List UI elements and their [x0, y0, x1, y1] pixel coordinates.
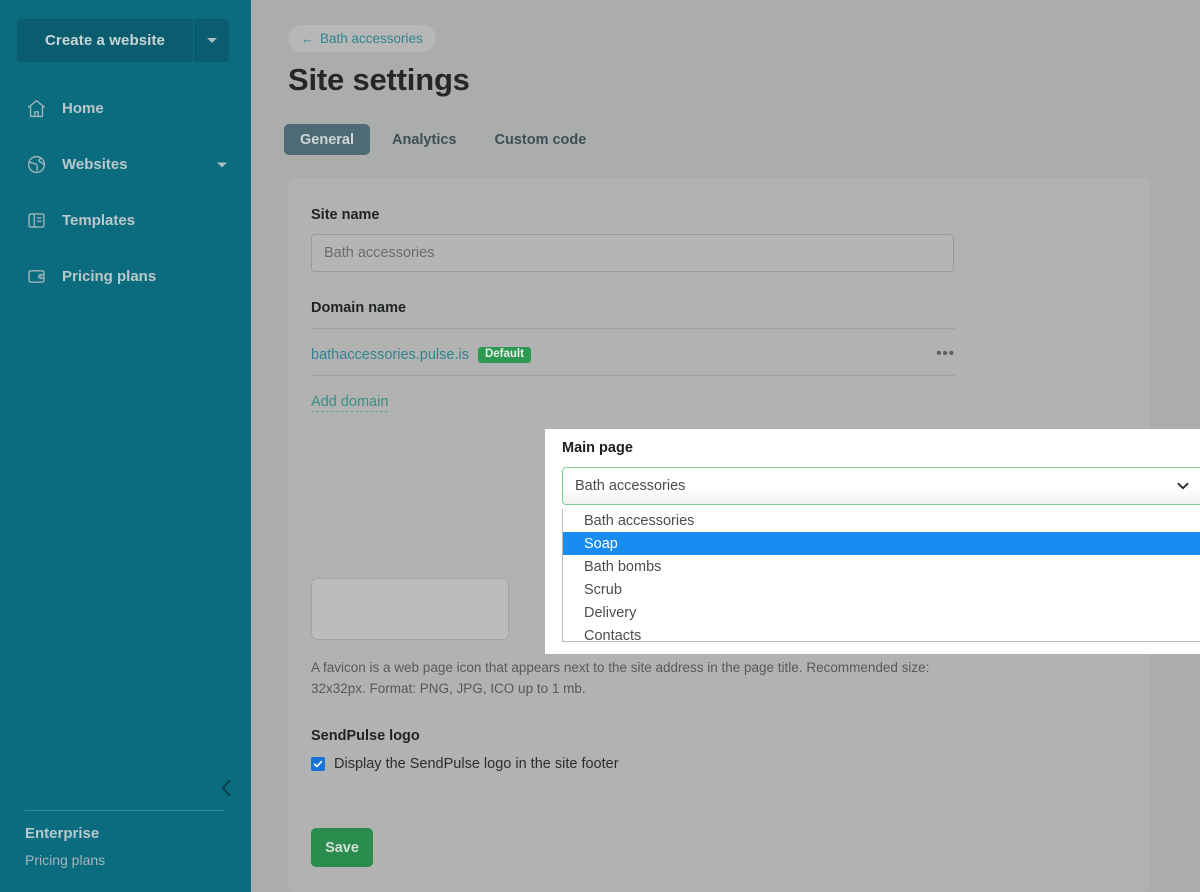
main-page-select[interactable]: Bath accessories	[562, 467, 1200, 505]
main-content: ← Bath accessories Site settings General…	[251, 0, 1200, 892]
sidebar-item-websites-label: Websites	[62, 156, 128, 173]
page-title: Site settings	[288, 62, 470, 97]
chevron-left-icon	[221, 779, 230, 797]
domain-row: bathaccessories.pulse.is Default •••	[311, 341, 955, 369]
sidebar-collapse-button[interactable]	[215, 776, 237, 800]
sidebar-item-pricing-plans[interactable]: Pricing plans	[0, 248, 251, 304]
sidebar-nav: Home Websites Templates Pricing plans	[0, 80, 251, 304]
chevron-down-icon[interactable]	[217, 162, 227, 167]
globe-icon	[25, 154, 47, 176]
sidebar-item-home-label: Home	[62, 99, 104, 117]
main-page-label: Main page	[562, 440, 633, 456]
sidebar-item-templates-label: Templates	[62, 211, 136, 229]
chevron-down-icon	[1176, 479, 1190, 493]
favicon-hint: A favicon is a web page icon that appear…	[311, 660, 930, 696]
app-root: Create a website Home Websites Templates…	[0, 0, 1200, 892]
sendpulse-logo-checkbox-label: Display the SendPulse logo in the site f…	[334, 756, 619, 772]
sidebar-plan-name: Enterprise	[25, 825, 100, 842]
sidebar-item-home[interactable]: Home	[0, 80, 251, 136]
tab-custom-code[interactable]: Custom code	[478, 124, 602, 155]
option-soap[interactable]: Soap	[563, 532, 1200, 555]
option-bath-accessories[interactable]: Bath accessories	[563, 509, 1200, 532]
sidebar-item-templates[interactable]: Templates	[0, 192, 251, 248]
home-icon	[25, 97, 47, 119]
ellipsis-icon[interactable]: •••	[936, 345, 955, 362]
favicon-preview-button[interactable]	[311, 578, 509, 640]
sidebar-item-pricing-plans-label: Pricing plans	[62, 267, 157, 285]
sidebar-item-websites[interactable]: Websites	[0, 136, 251, 192]
wallet-icon	[25, 265, 47, 287]
main-page-dropdown-popup: Main page Bath accessories Bath accessor…	[545, 429, 1200, 654]
domain-divider-bottom	[311, 375, 955, 376]
sidebar-divider	[25, 810, 225, 811]
domain-divider-top	[311, 328, 955, 329]
arrow-left-icon: ←	[301, 31, 314, 46]
add-domain-link[interactable]: Add domain	[311, 394, 389, 412]
save-button[interactable]: Save	[311, 828, 373, 867]
create-website-dropdown-toggle[interactable]	[193, 19, 229, 62]
domain-name-label: Domain name	[311, 300, 407, 316]
status-badge: Default	[477, 346, 531, 364]
domain-name-value[interactable]: bathaccessories.pulse.is	[311, 347, 469, 363]
main-page-option-list: Bath accessories Soap Bath bombs Scrub D…	[562, 509, 1200, 642]
site-name-label: Site name	[311, 207, 380, 223]
settings-tabs: General Analytics Custom code	[284, 124, 608, 155]
breadcrumb-back-label: Bath accessories	[320, 31, 423, 46]
create-website-label: Create a website	[45, 32, 165, 49]
sendpulse-logo-label: SendPulse logo	[311, 728, 420, 744]
create-website-button[interactable]: Create a website	[17, 19, 229, 62]
option-contacts[interactable]: Contacts	[563, 624, 1200, 642]
tab-analytics[interactable]: Analytics	[376, 124, 472, 155]
breadcrumb-back-button[interactable]: ← Bath accessories	[288, 25, 436, 52]
template-icon	[25, 209, 47, 231]
main-page-select-value: Bath accessories	[575, 478, 686, 494]
caret-down-icon	[206, 38, 217, 43]
checkbox-checked-icon[interactable]	[311, 757, 325, 771]
sidebar-plan-link[interactable]: Pricing plans	[25, 852, 105, 868]
tab-general[interactable]: General	[284, 124, 370, 155]
site-name-input[interactable]	[311, 234, 954, 272]
option-scrub[interactable]: Scrub	[563, 578, 1200, 601]
option-bath-bombs[interactable]: Bath bombs	[563, 555, 1200, 578]
option-delivery[interactable]: Delivery	[563, 601, 1200, 624]
sidebar: Create a website Home Websites Templates…	[0, 0, 251, 892]
sendpulse-logo-checkbox-row[interactable]: Display the SendPulse logo in the site f…	[311, 756, 619, 772]
